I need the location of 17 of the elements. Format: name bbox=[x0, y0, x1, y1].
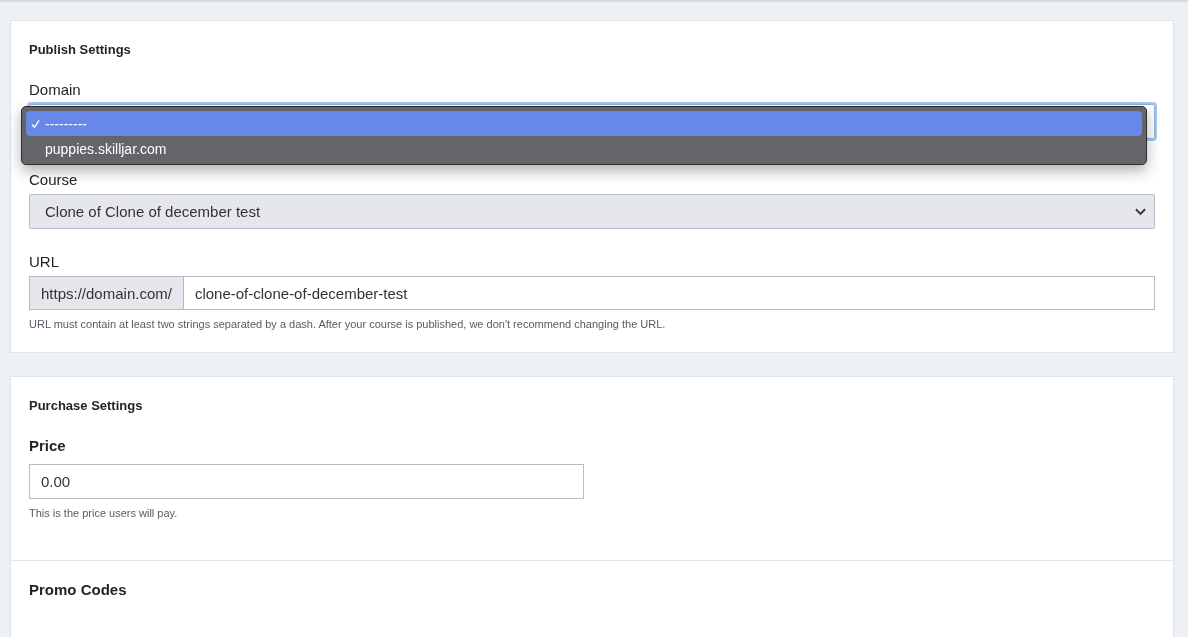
field-label: URL bbox=[29, 253, 60, 270]
domain-select[interactable] bbox=[29, 104, 1155, 139]
price-input[interactable]: 0.00 bbox=[29, 464, 584, 499]
field-label: Price bbox=[29, 437, 67, 454]
field-label: Course bbox=[29, 171, 79, 188]
dropdown-option[interactable]: puppies.skilljar.com bbox=[26, 136, 1142, 161]
section-title: Promo Codes bbox=[29, 581, 128, 598]
help-text: This is the price users will pay. bbox=[29, 507, 179, 519]
course-select[interactable]: Clone of Clone of december test bbox=[29, 194, 1155, 229]
chevron-down-icon bbox=[1135, 207, 1146, 216]
help-text: URL must contain at least two strings separated by a dash. After your course is published, we don't recommend changing the URL. bbox=[29, 318, 667, 330]
section-title: Purchase Settings bbox=[29, 398, 144, 413]
url-prefix: https://domain.com/ bbox=[29, 276, 184, 310]
url-input[interactable]: clone-of-clone-of-december-test bbox=[183, 276, 1155, 310]
field-label: Domain bbox=[29, 81, 82, 98]
check-icon bbox=[31, 119, 40, 129]
section-title: Publish Settings bbox=[29, 42, 132, 57]
